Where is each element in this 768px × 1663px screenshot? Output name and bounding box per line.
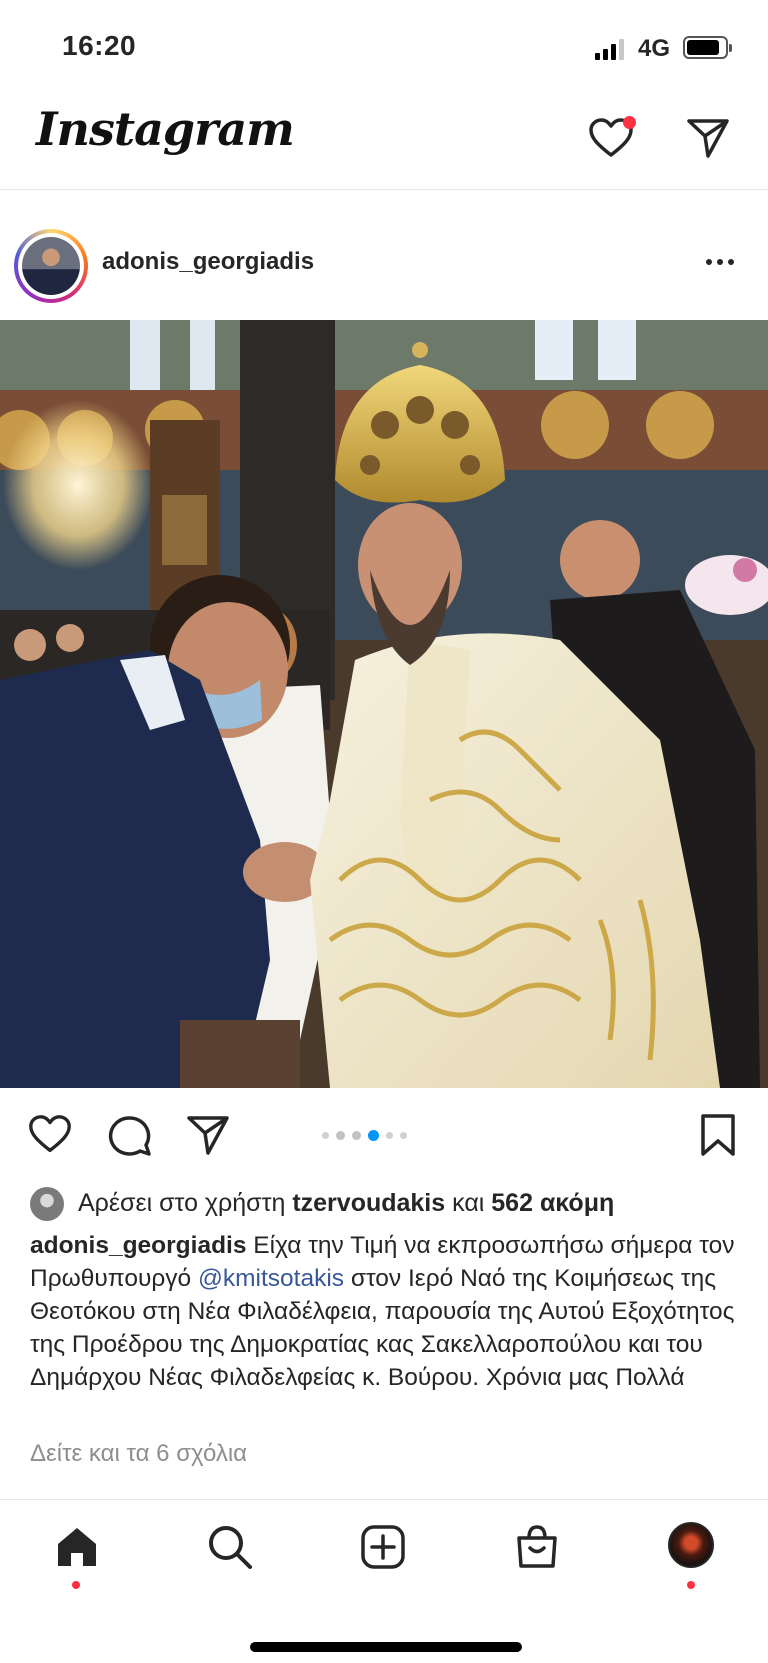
comment-button[interactable]: [106, 1111, 154, 1159]
like-button[interactable]: [26, 1111, 74, 1159]
heart-icon: [29, 1115, 71, 1153]
paper-plane-icon: [687, 119, 729, 158]
carousel-dot-active: [368, 1130, 379, 1141]
caption-username[interactable]: adonis_georgiadis: [30, 1232, 246, 1259]
share-button[interactable]: [184, 1111, 232, 1159]
home-activity-dot: [72, 1581, 80, 1589]
likes-prefix: Αρέσει στο χρήστη: [78, 1189, 286, 1217]
profile-activity-dot: [687, 1581, 695, 1589]
status-bar: 16:20 4G: [0, 0, 768, 90]
post-header: adonis_georgiadis: [0, 222, 768, 312]
notification-dot: [623, 116, 636, 129]
save-button[interactable]: [694, 1111, 742, 1159]
likes-count[interactable]: 562 ακόμη: [491, 1189, 614, 1217]
liker-avatar: [30, 1187, 64, 1221]
paper-plane-icon: [187, 1116, 229, 1155]
likes-row[interactable]: Αρέσει στο χρήστη tzervoudakis και 562 α…: [30, 1185, 750, 1221]
story-avatar[interactable]: [14, 229, 88, 303]
activity-button[interactable]: [586, 114, 636, 164]
carousel-dot: [322, 1132, 329, 1139]
network-type: 4G: [638, 35, 671, 62]
home-icon: [58, 1528, 96, 1566]
home-indicator: [250, 1642, 522, 1652]
app-header: Instagram: [0, 90, 768, 190]
status-time: 16:20: [62, 30, 137, 61]
instagram-logo[interactable]: Instagram: [36, 102, 295, 156]
post-image: [0, 320, 768, 1088]
post-photo[interactable]: [0, 320, 768, 1088]
post-caption: adonis_georgiadis Είχα την Τιμή να εκπρο…: [30, 1229, 742, 1394]
direct-messages-button[interactable]: [684, 114, 732, 162]
battery-icon: [683, 36, 732, 59]
more-dots-icon: [706, 259, 712, 265]
nav-new-post[interactable]: [358, 1522, 408, 1572]
caption-mention[interactable]: @kmitsotakis: [198, 1265, 344, 1292]
comment-icon: [108, 1116, 151, 1156]
nav-search[interactable]: [205, 1522, 255, 1572]
nav-profile[interactable]: [668, 1522, 718, 1572]
likes-joiner: και: [452, 1189, 485, 1217]
shop-icon: [517, 1525, 557, 1568]
search-icon: [209, 1526, 252, 1569]
carousel-dot: [352, 1131, 361, 1140]
carousel-dot: [336, 1131, 345, 1140]
bottom-nav: [0, 1499, 768, 1663]
post-actions: [0, 1103, 768, 1163]
carousel-dot: [386, 1132, 393, 1139]
nav-home[interactable]: [52, 1522, 102, 1572]
new-post-icon: [361, 1525, 405, 1569]
liked-by-username[interactable]: tzervoudakis: [292, 1189, 445, 1217]
more-options-button[interactable]: [706, 252, 746, 272]
signal-strength-icon: [595, 38, 624, 60]
nav-shop[interactable]: [512, 1522, 562, 1572]
likes-text: Αρέσει στο χρήστη tzervoudakis και 562 α…: [78, 1189, 614, 1218]
carousel-indicator: [322, 1130, 407, 1141]
profile-avatar: [668, 1522, 714, 1568]
bookmark-icon: [701, 1114, 735, 1156]
avatar: [22, 237, 80, 295]
post-username[interactable]: adonis_georgiadis: [102, 248, 314, 276]
view-comments-link[interactable]: Δείτε και τα 6 σχόλια: [30, 1440, 247, 1468]
carousel-dot: [400, 1132, 407, 1139]
